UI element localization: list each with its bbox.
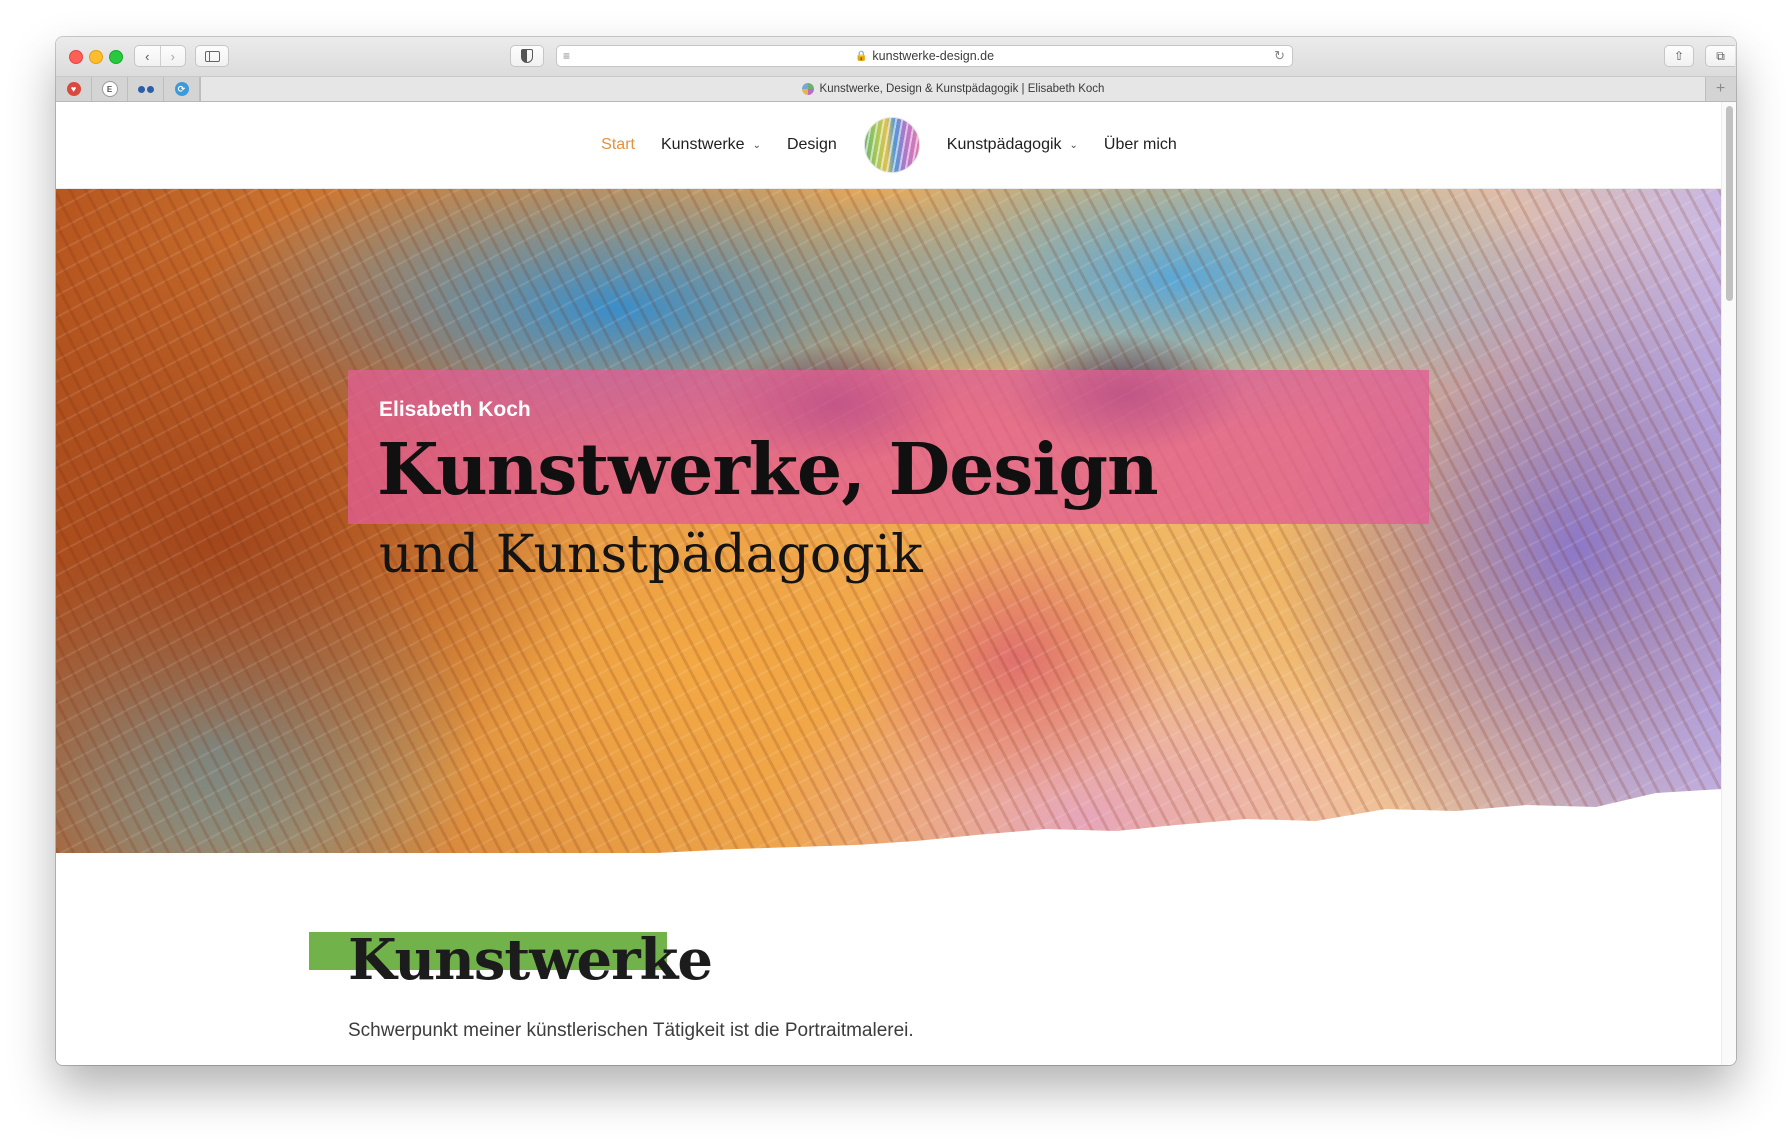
history-nav: ‹ › <box>134 45 186 67</box>
hero-title: Kunstwerke, Design <box>377 427 1159 511</box>
site-favicon-icon <box>801 83 814 95</box>
tab-overview-button[interactable]: ⧉ <box>1705 45 1735 67</box>
site-header: Start Kunstwerke ⌄ Design Kunstpädagogik… <box>56 102 1722 189</box>
back-button[interactable]: ‹ <box>135 46 160 66</box>
pinned-tab-3[interactable] <box>128 77 164 101</box>
new-tab-button[interactable]: + <box>1705 77 1736 101</box>
plus-icon: + <box>1715 80 1726 97</box>
shield-icon <box>521 49 533 63</box>
nav-label: Kunstpädagogik <box>946 136 1062 153</box>
site-logo[interactable] <box>863 117 920 173</box>
pocket-icon: ♥ <box>66 82 81 96</box>
hero-author-name: Elisabeth Koch <box>379 398 531 421</box>
url-text: kunstwerke-design.de <box>872 49 995 63</box>
chevron-down-icon: ⌄ <box>1069 139 1078 151</box>
tabs-overview-icon: ⧉ <box>1716 48 1725 63</box>
browser-toolbar: ‹ › ≡ 🔒 kunstwerke-design.de ↻ ⇧ ⧉ <box>56 37 1736 77</box>
share-icon: ⇧ <box>1673 49 1685 63</box>
chevron-right-icon: › <box>170 48 175 64</box>
chevron-left-icon: ‹ <box>145 48 150 64</box>
tab-bar: ♥ E ⟳ Kunstwerke, Design & Kunstpädagogi… <box>56 77 1736 102</box>
tab-title: Kunstwerke, Design & Kunstpädagogik | El… <box>819 83 1105 95</box>
pinned-tab-2[interactable]: E <box>92 77 128 101</box>
share-button[interactable]: ⇧ <box>1664 45 1694 67</box>
nav-item-kunstpaedagogik[interactable]: Kunstpädagogik ⌄ <box>947 136 1078 154</box>
sync-icon: ⟳ <box>174 82 189 96</box>
hero-subtitle: und Kunstpädagogik <box>379 525 923 585</box>
minimize-window-button[interactable] <box>89 50 103 64</box>
nav-item-ueber-mich[interactable]: Über mich <box>1104 136 1177 154</box>
pinned-tab-4[interactable]: ⟳ <box>164 77 200 101</box>
reload-icon[interactable]: ↻ <box>1274 48 1285 64</box>
pinned-tab-1[interactable]: ♥ <box>56 77 92 101</box>
page-scrollbar[interactable] <box>1721 102 1736 1065</box>
nav-item-start[interactable]: Start <box>601 136 635 154</box>
browser-window: ‹ › ≡ 🔒 kunstwerke-design.de ↻ ⇧ ⧉ ♥ E ⟳… <box>56 37 1736 1065</box>
flickr-icon <box>137 85 154 93</box>
main-navigation: Start Kunstwerke ⌄ Design Kunstpädagogik… <box>56 102 1722 188</box>
section-description: Schwerpunkt meiner künstlerischen Tätigk… <box>348 1020 914 1041</box>
close-window-button[interactable] <box>69 50 83 64</box>
address-bar[interactable]: ≡ 🔒 kunstwerke-design.de ↻ <box>556 45 1293 67</box>
chevron-down-icon: ⌄ <box>752 139 761 151</box>
maximize-window-button[interactable] <box>109 50 123 64</box>
active-tab[interactable]: Kunstwerke, Design & Kunstpädagogik | El… <box>200 77 1706 101</box>
nav-label: Design <box>786 136 837 153</box>
privacy-report-button[interactable] <box>510 45 544 67</box>
evernote-icon: E <box>101 81 118 97</box>
forward-button[interactable]: › <box>159 46 186 66</box>
nav-label: Kunstwerke <box>660 136 745 153</box>
scrollbar-thumb[interactable] <box>1726 106 1733 301</box>
nav-item-kunstwerke[interactable]: Kunstwerke ⌄ <box>661 136 761 154</box>
reader-view-icon[interactable]: ≡ <box>563 49 570 63</box>
page-viewport: Start Kunstwerke ⌄ Design Kunstpädagogik… <box>56 102 1736 1065</box>
lock-icon: 🔒 <box>854 50 868 62</box>
section-title: Kunstwerke <box>348 927 713 993</box>
hero-banner: Elisabeth Koch Kunstwerke, Design und Ku… <box>56 189 1722 853</box>
torn-paper-edge <box>56 789 1722 853</box>
sidebar-icon <box>204 50 220 62</box>
nav-label: Start <box>601 136 635 153</box>
nav-label: Über mich <box>1103 136 1177 153</box>
nav-item-design[interactable]: Design <box>787 136 837 154</box>
sidebar-toggle-button[interactable] <box>195 45 229 67</box>
